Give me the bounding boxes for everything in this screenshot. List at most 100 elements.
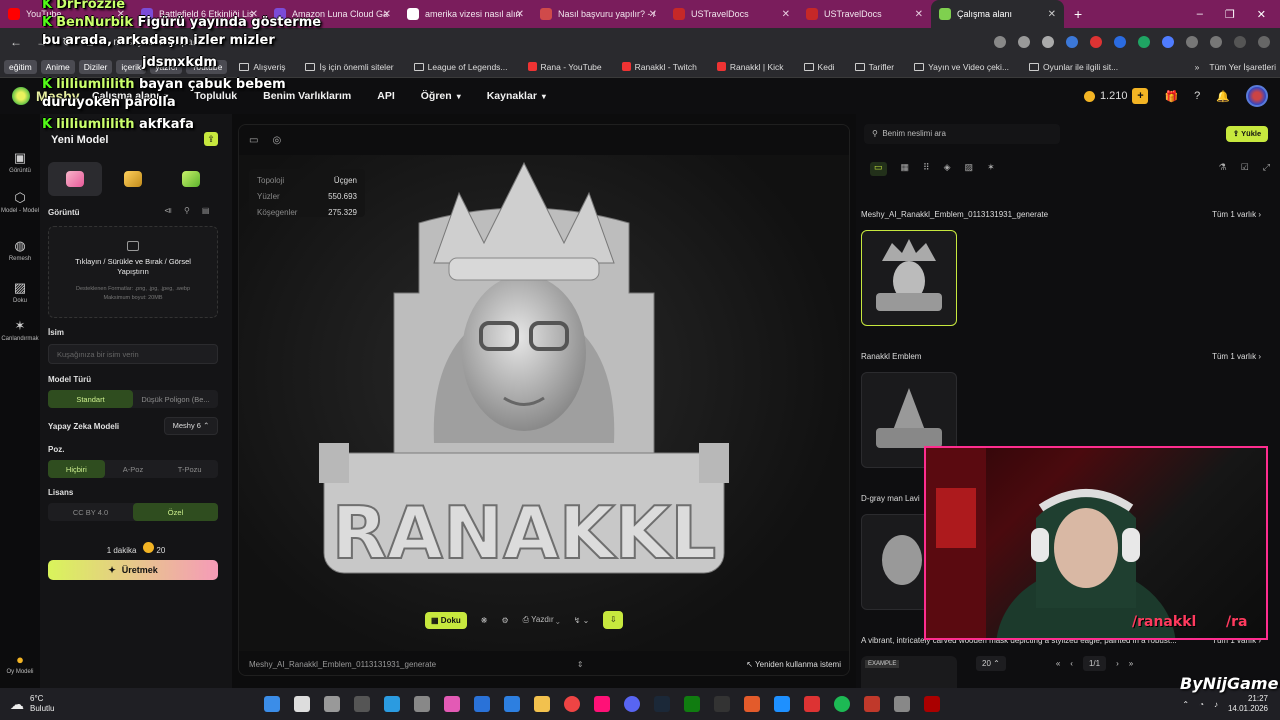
- bookmark-item[interactable]: Diziler: [78, 59, 113, 74]
- asset-thumbnail[interactable]: [861, 230, 957, 326]
- xbox-icon[interactable]: [684, 696, 700, 712]
- puzzle-icon[interactable]: [1186, 36, 1198, 48]
- add-credits-button[interactable]: +: [1132, 88, 1149, 104]
- minimize-icon[interactable]: –: [1197, 8, 1203, 21]
- app-icon[interactable]: [804, 696, 820, 712]
- star-icon[interactable]: [1042, 36, 1054, 48]
- poses-option[interactable]: Hiçbiri: [48, 460, 105, 478]
- bookmark-item[interactable]: Ranakkl | Kick: [709, 60, 792, 74]
- bookmark-item[interactable]: Yayın ve Video çeki...: [906, 60, 1017, 74]
- grid-icon[interactable]: ▦: [901, 162, 910, 176]
- profile-icon[interactable]: [1234, 36, 1246, 48]
- rail-item[interactable]: ▨ Doku: [0, 280, 40, 304]
- more-bookmarks-icon[interactable]: »: [1195, 62, 1200, 72]
- view-all-link[interactable]: Tüm 1 varlık ›: [1212, 352, 1261, 361]
- cube-icon[interactable]: ◈: [944, 162, 951, 176]
- rig-icon[interactable]: ⚙: [502, 616, 509, 625]
- bookmark-item[interactable]: Alışveriş: [231, 60, 293, 74]
- bookmark-item[interactable]: Oyunlar ile ilgili sit...: [1021, 60, 1126, 74]
- copilot-icon[interactable]: [444, 696, 460, 712]
- dots-grid-icon[interactable]: ⠿: [923, 162, 930, 176]
- extension-icon[interactable]: [1114, 36, 1126, 48]
- asset-thumbnail[interactable]: EXAMPLE: [861, 656, 957, 688]
- extension-icon[interactable]: [1066, 36, 1078, 48]
- generate-button[interactable]: ✦ Üretmek: [48, 560, 218, 580]
- mail-icon[interactable]: [504, 696, 520, 712]
- rail-item[interactable]: ● Oy Modeli: [0, 652, 40, 675]
- folder-icon[interactable]: ▭: [870, 162, 887, 176]
- windows-start-icon[interactable]: [264, 696, 280, 712]
- extension-icon[interactable]: [1162, 36, 1174, 48]
- rail-item[interactable]: ◍ Remesh: [0, 238, 40, 262]
- task-view-icon[interactable]: [324, 696, 340, 712]
- animate-icon[interactable]: ✶: [987, 162, 995, 176]
- bookmark-item[interactable]: League of Legends...: [406, 60, 516, 74]
- poses-option[interactable]: T-Pozu: [161, 460, 218, 478]
- bookmark-item[interactable]: Kedi: [796, 60, 843, 74]
- monitor-icon[interactable]: ▭: [249, 135, 258, 146]
- bookmark-item[interactable]: İş için önemli siteler: [297, 60, 401, 74]
- name-input[interactable]: Kuşağınıza bir isim verin: [48, 344, 218, 364]
- app-icon[interactable]: [894, 696, 910, 712]
- grid-icon[interactable]: ▤: [202, 206, 210, 215]
- material-icon[interactable]: ❋: [481, 616, 488, 625]
- remix-button[interactable]: ↯ ⌄: [574, 616, 590, 625]
- upload-button[interactable]: ⇪ Yükle: [1226, 126, 1268, 142]
- rail-item[interactable]: ▣ Görüntü: [0, 150, 40, 174]
- bell-icon[interactable]: 🔔: [1216, 90, 1230, 103]
- select-icon[interactable]: ☑: [1241, 162, 1249, 176]
- weather-widget[interactable]: ☁ 6°C Bulutlu: [0, 694, 250, 714]
- texture-icon[interactable]: ▨: [965, 162, 974, 176]
- mode-multi-image[interactable]: [106, 162, 160, 196]
- nav-item[interactable]: API: [377, 90, 395, 102]
- menu-icon[interactable]: [1258, 36, 1270, 48]
- bookmark-item[interactable]: Ranakkl - Twitch: [614, 60, 705, 74]
- eye-off-icon[interactable]: [1018, 36, 1030, 48]
- texture-button[interactable]: ▦ Doku: [425, 611, 467, 629]
- clock[interactable]: 21:27 14.01.2026: [1228, 694, 1268, 714]
- restore-icon[interactable]: ❐: [1225, 8, 1235, 21]
- mode-text[interactable]: [164, 162, 218, 196]
- page-size-select[interactable]: 20 ⌃: [976, 655, 1006, 671]
- wifi-icon[interactable]: ◔: [1199, 700, 1204, 709]
- steam-icon[interactable]: [654, 696, 670, 712]
- view-all-link[interactable]: Tüm 1 varlık ›: [1212, 210, 1261, 219]
- prev-page-icon[interactable]: ‹: [1070, 659, 1073, 668]
- widgets-icon[interactable]: [354, 696, 370, 712]
- credits[interactable]: 1.210 +: [1083, 88, 1149, 104]
- nav-item[interactable]: Öğren ▾: [421, 90, 461, 102]
- browser-tab[interactable]: Çalışma alanı ✕: [931, 0, 1064, 28]
- app-icon[interactable]: [774, 696, 790, 712]
- mode-single-image[interactable]: [48, 162, 102, 196]
- close-icon[interactable]: ✕: [1257, 8, 1266, 21]
- expand-icon[interactable]: ⤢: [1263, 162, 1270, 176]
- bookmark-item[interactable]: Tarifler: [847, 60, 903, 74]
- close-tab-icon[interactable]: ✕: [782, 9, 790, 20]
- model_types-option[interactable]: Düşük Poligon (Be...: [133, 390, 218, 408]
- app-icon[interactable]: [864, 696, 880, 712]
- reuse-prompt-button[interactable]: ↖ Yeniden kullanma istemi: [746, 660, 841, 669]
- export-button[interactable]: ⇪: [204, 132, 218, 146]
- print-button[interactable]: ⎙ Yazdır ⌄: [523, 615, 560, 625]
- chrome-icon[interactable]: [564, 696, 580, 712]
- browser-tab[interactable]: amerika vizesi nasıl alın ✕: [399, 0, 532, 28]
- sort-icon[interactable]: ⇕: [577, 660, 584, 669]
- spotify-icon[interactable]: [834, 696, 850, 712]
- settings-icon[interactable]: [414, 696, 430, 712]
- back-icon[interactable]: ←: [10, 35, 22, 49]
- avatar[interactable]: [1246, 85, 1268, 107]
- explorer-icon[interactable]: [534, 696, 550, 712]
- licenses-option[interactable]: Özel: [133, 503, 218, 521]
- bookmark-item[interactable]: Rana - YouTube: [520, 60, 610, 74]
- licenses-option[interactable]: CC BY 4.0: [48, 503, 133, 521]
- volume-icon[interactable]: ♪: [1214, 700, 1218, 709]
- asset-search-input[interactable]: ⚲ Benim neslimi ara: [864, 124, 1060, 144]
- close-tab-icon[interactable]: ✕: [915, 9, 923, 20]
- close-tab-icon[interactable]: ✕: [1048, 9, 1056, 20]
- browser-tab[interactable]: USTravelDocs ✕: [798, 0, 931, 28]
- new-tab-button[interactable]: +: [1064, 6, 1092, 22]
- filter-icon[interactable]: ⚗: [1219, 162, 1227, 176]
- bookmark-item[interactable]: eğitim: [4, 59, 37, 74]
- chevron-up-icon[interactable]: ⌃: [1182, 700, 1189, 709]
- split-icon[interactable]: ⧏: [164, 206, 172, 215]
